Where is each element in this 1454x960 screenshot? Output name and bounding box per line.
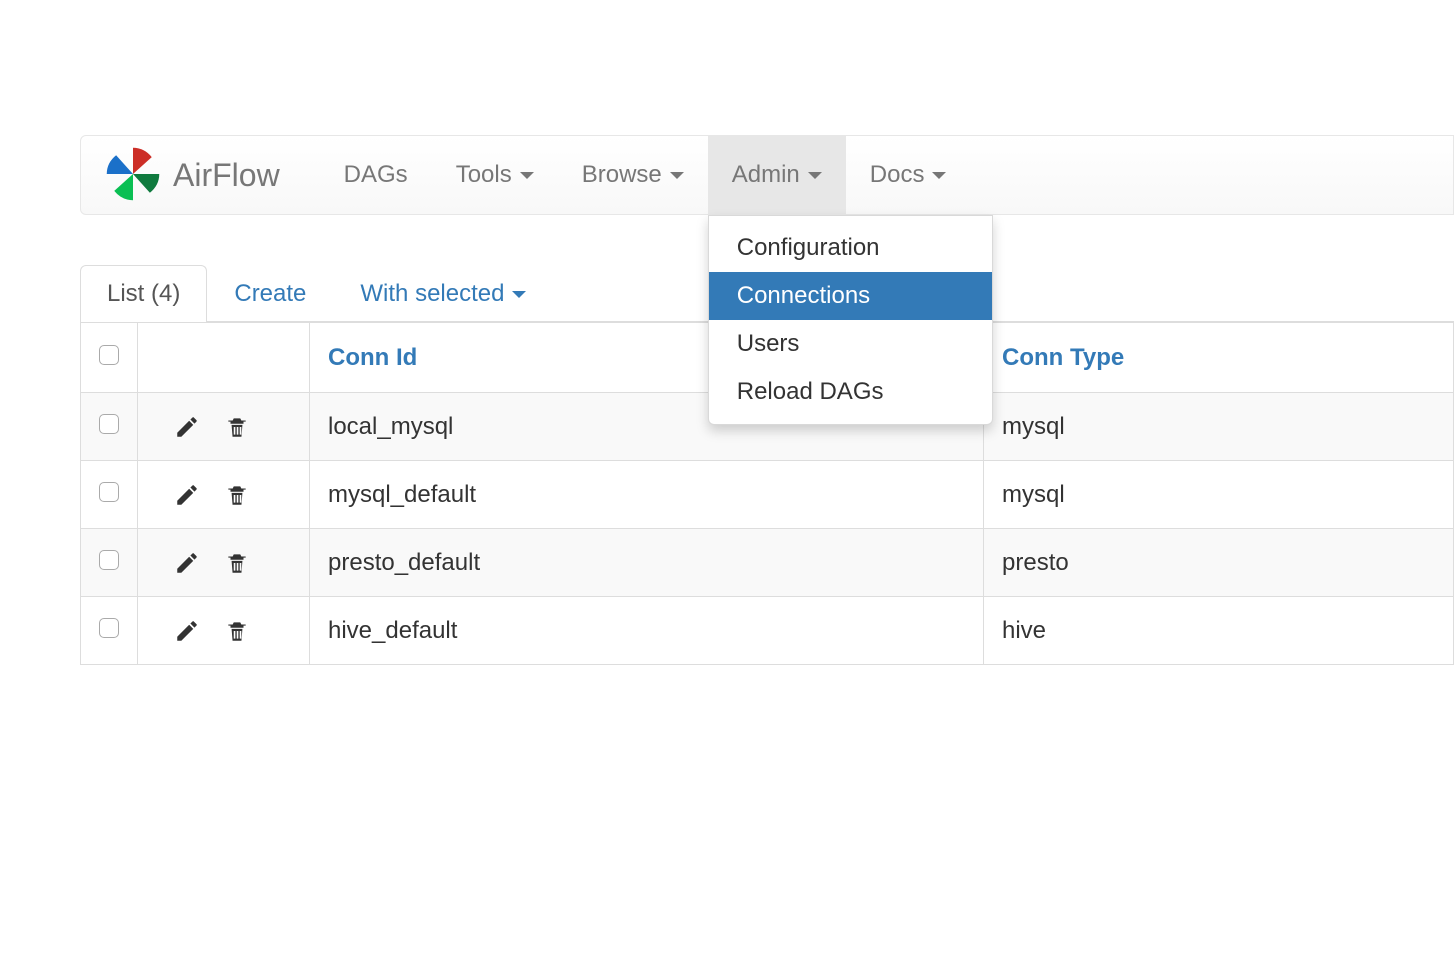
row-checkbox-cell: [81, 597, 138, 665]
conn-id-value: hive_default: [328, 617, 457, 644]
row-actions-cell: [138, 529, 310, 597]
dropdown-label: Reload DAGs: [737, 378, 884, 405]
conn-id-value: presto_default: [328, 549, 480, 576]
dropdown-item-users[interactable]: Users: [709, 320, 992, 368]
dropdown-item-reload-dags[interactable]: Reload DAGs: [709, 368, 992, 416]
conn-id-value: mysql_default: [328, 481, 476, 508]
header-label: Conn Id: [328, 344, 417, 371]
row-checkbox[interactable]: [99, 550, 119, 570]
row-checkbox[interactable]: [99, 482, 119, 502]
tab-with-selected[interactable]: With selected: [333, 265, 553, 322]
table-row: presto_default presto: [81, 529, 1454, 597]
brand[interactable]: AirFlow: [81, 144, 300, 207]
conn-type-value: presto: [1002, 549, 1069, 576]
header-label: Conn Type: [1002, 344, 1124, 371]
delete-icon[interactable]: [224, 414, 250, 440]
nav-label: Browse: [582, 161, 662, 189]
edit-icon[interactable]: [174, 618, 200, 644]
row-actions-cell: [138, 393, 310, 461]
delete-icon[interactable]: [224, 550, 250, 576]
header-checkbox-cell: [81, 323, 138, 393]
cell-conn-id: hive_default: [310, 597, 984, 665]
nav-label: Docs: [870, 161, 925, 189]
edit-icon[interactable]: [174, 482, 200, 508]
nav-label: DAGs: [344, 161, 408, 189]
airflow-logo-icon: [103, 144, 163, 207]
caret-down-icon: [512, 291, 526, 298]
row-checkbox-cell: [81, 529, 138, 597]
conn-type-value: mysql: [1002, 413, 1065, 440]
cell-conn-type: presto: [984, 529, 1454, 597]
row-checkbox[interactable]: [99, 618, 119, 638]
navbar: AirFlow DAGs Tools Browse Admin Configur…: [80, 135, 1454, 215]
dropdown-item-configuration[interactable]: Configuration: [709, 224, 992, 272]
caret-down-icon: [932, 172, 946, 179]
nav-item-admin[interactable]: Admin Configuration Connections Users Re…: [708, 136, 846, 214]
caret-down-icon: [808, 172, 822, 179]
nav-item-browse[interactable]: Browse: [558, 136, 708, 214]
row-checkbox-cell: [81, 393, 138, 461]
cell-conn-id: mysql_default: [310, 461, 984, 529]
delete-icon[interactable]: [224, 618, 250, 644]
cell-conn-type: mysql: [984, 393, 1454, 461]
conn-type-value: hive: [1002, 617, 1046, 644]
nav-items: DAGs Tools Browse Admin Configuration Co…: [320, 136, 971, 214]
cell-conn-id: presto_default: [310, 529, 984, 597]
nav-item-dags[interactable]: DAGs: [320, 136, 432, 214]
nav-label: Tools: [456, 161, 512, 189]
caret-down-icon: [520, 172, 534, 179]
row-actions-cell: [138, 597, 310, 665]
header-actions: [138, 323, 310, 393]
conn-id-value: local_mysql: [328, 413, 453, 440]
edit-icon[interactable]: [174, 550, 200, 576]
tab-label: With selected: [360, 280, 504, 308]
select-all-checkbox[interactable]: [99, 345, 119, 365]
caret-down-icon: [670, 172, 684, 179]
dropdown-label: Configuration: [737, 234, 880, 261]
conn-type-value: mysql: [1002, 481, 1065, 508]
dropdown-label: Connections: [737, 282, 870, 309]
tab-label: Create: [234, 280, 306, 308]
edit-icon[interactable]: [174, 414, 200, 440]
dropdown-item-connections[interactable]: Connections: [709, 272, 992, 320]
nav-label: Admin: [732, 161, 800, 189]
admin-dropdown: Configuration Connections Users Reload D…: [708, 215, 993, 425]
delete-icon[interactable]: [224, 482, 250, 508]
table-row: hive_default hive: [81, 597, 1454, 665]
cell-conn-type: mysql: [984, 461, 1454, 529]
nav-item-docs[interactable]: Docs: [846, 136, 971, 214]
tab-list[interactable]: List (4): [80, 265, 207, 322]
cell-conn-type: hive: [984, 597, 1454, 665]
tab-create[interactable]: Create: [207, 265, 333, 322]
dropdown-label: Users: [737, 330, 800, 357]
nav-item-tools[interactable]: Tools: [432, 136, 558, 214]
tab-label: List (4): [107, 280, 180, 308]
row-checkbox-cell: [81, 461, 138, 529]
header-conn-type[interactable]: Conn Type: [984, 323, 1454, 393]
brand-name: AirFlow: [173, 157, 280, 194]
row-actions-cell: [138, 461, 310, 529]
row-checkbox[interactable]: [99, 414, 119, 434]
table-row: mysql_default mysql: [81, 461, 1454, 529]
